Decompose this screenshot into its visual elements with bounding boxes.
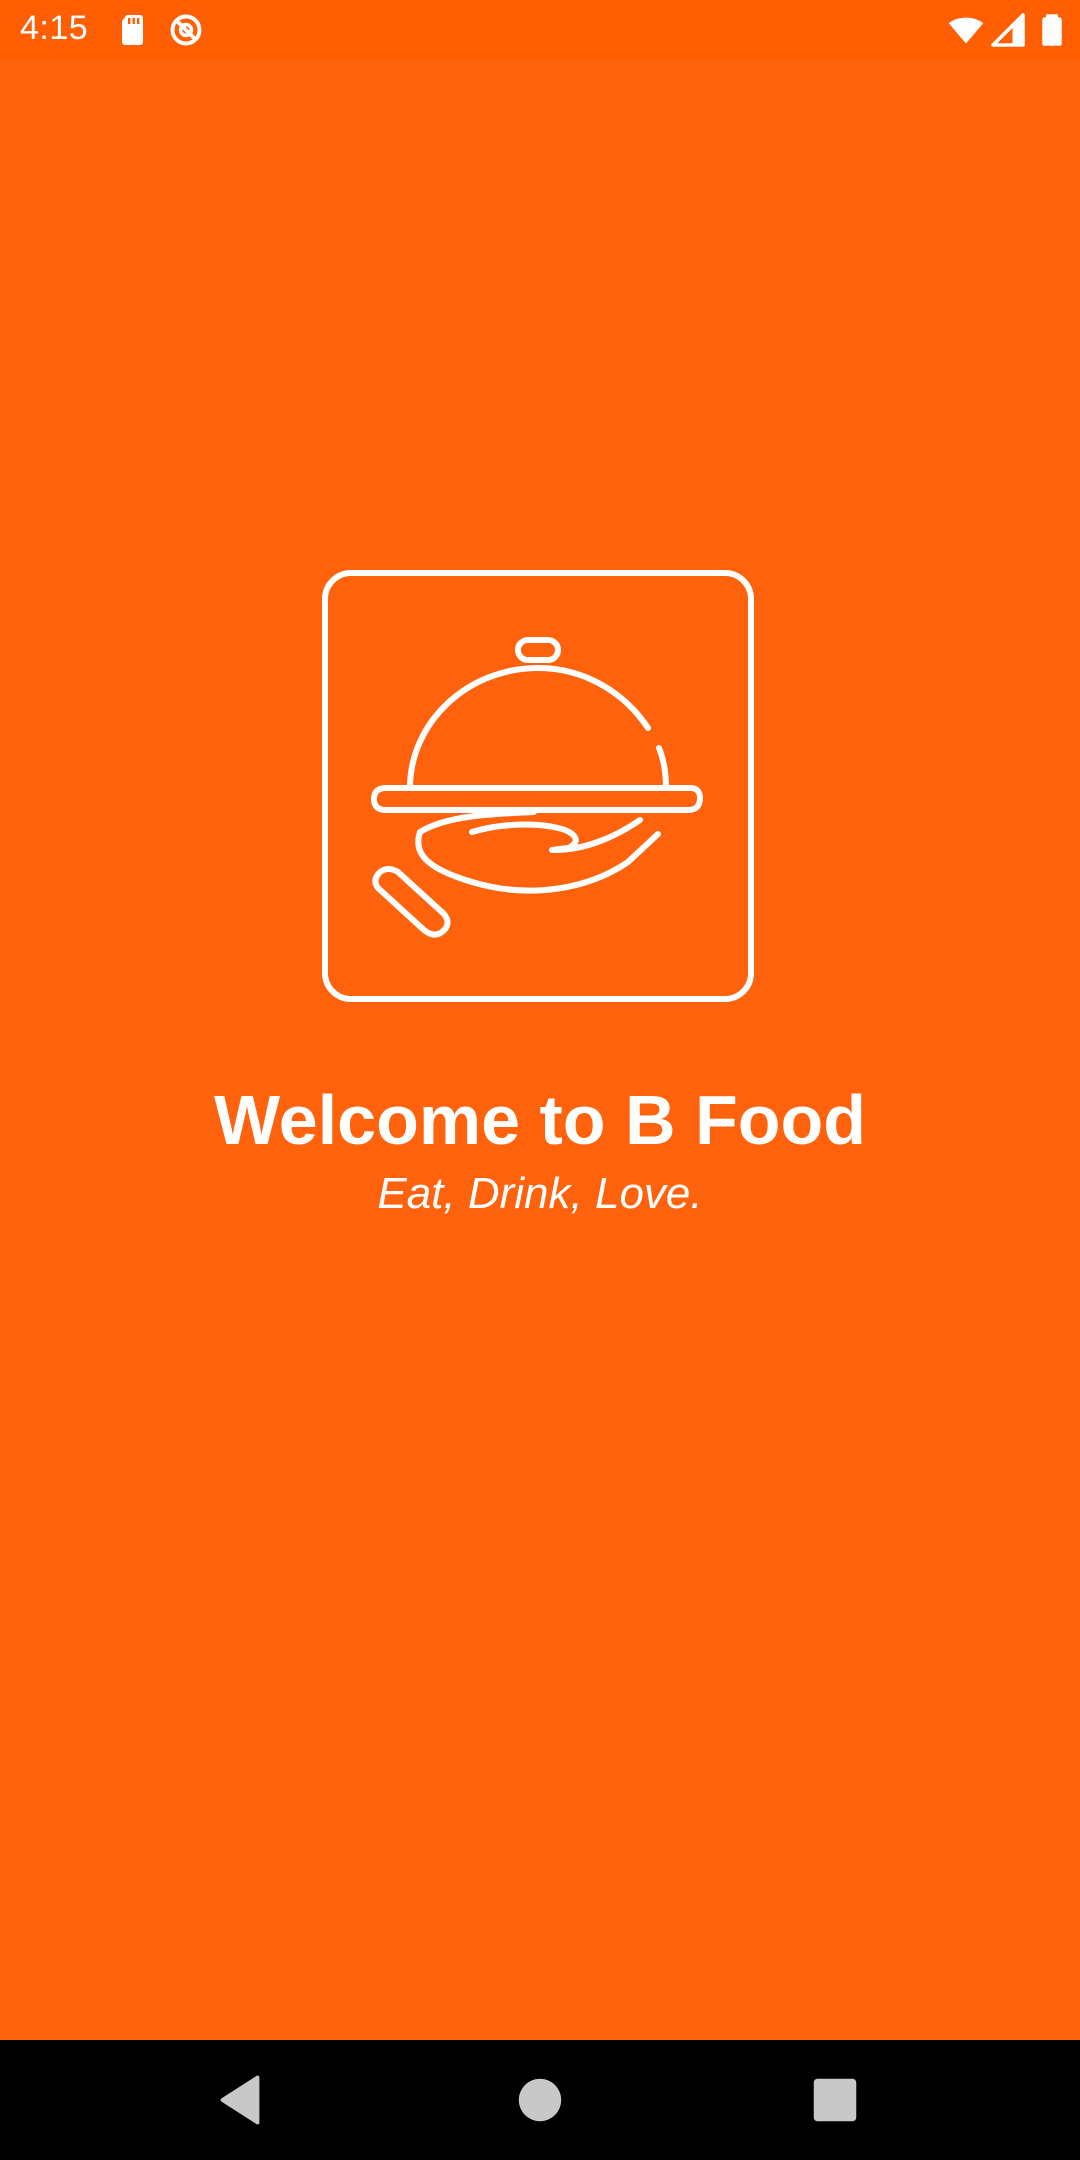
wifi-icon xyxy=(948,17,984,44)
tagline: Eat, Drink, Love. xyxy=(377,1169,703,1218)
welcome-title: Welcome to B Food xyxy=(213,1081,867,1159)
back-icon[interactable] xyxy=(210,2070,270,2130)
status-bar: 4:15 xyxy=(0,0,1080,60)
home-icon[interactable] xyxy=(510,2070,570,2130)
splash-screen: 4:15 Welcome to B Food Eat, Drink, Love. xyxy=(0,0,1080,2160)
recents-icon[interactable] xyxy=(805,2070,865,2130)
status-time: 4:15 xyxy=(20,9,89,47)
battery-icon xyxy=(1042,14,1062,46)
cloche-serving-hand-icon xyxy=(322,570,754,1002)
sd-card-icon xyxy=(122,15,143,45)
signal-icon xyxy=(991,13,1025,47)
sync-disabled-icon xyxy=(170,14,202,46)
navigation-bar xyxy=(0,2040,1080,2160)
